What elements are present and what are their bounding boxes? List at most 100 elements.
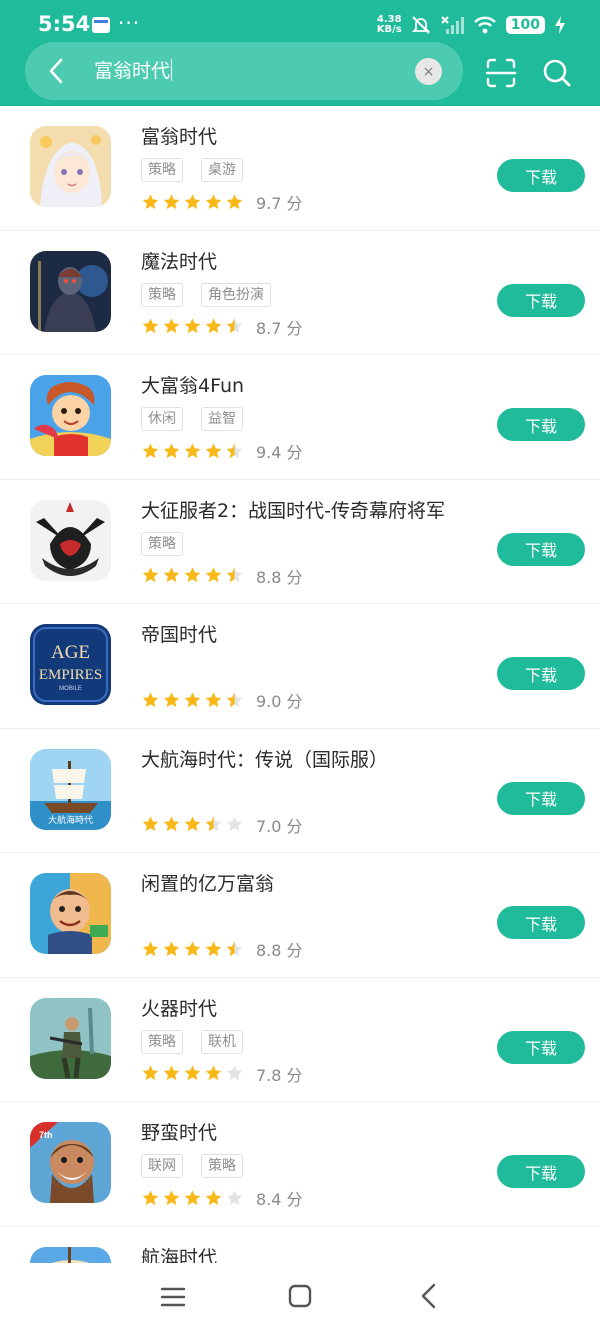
app-name[interactable]: 野蛮时代 <box>141 1118 217 1145</box>
star-rating <box>141 442 244 461</box>
dark-warrior-icon[interactable] <box>30 250 111 332</box>
barbarian-icon[interactable]: 7th <box>30 1122 111 1203</box>
tag-list: 策略 联机 <box>141 1029 243 1054</box>
download-button[interactable]: 下载 <box>497 159 585 192</box>
rating: 8.8 分 <box>141 937 303 961</box>
download-button[interactable]: 下载 <box>497 1030 585 1064</box>
app-name[interactable]: 闲置的亿万富翁 <box>141 869 274 896</box>
app-list-item[interactable]: 大航海時代 大航海时代：传说（国际服） 7.0 分 下载 <box>0 729 600 853</box>
money-man-icon[interactable] <box>30 873 111 954</box>
app-list-item[interactable]: 7th 野蛮时代 联网 策略 8.4 分 下载 <box>0 1102 600 1227</box>
search-query-text: 富翁时代 <box>94 60 171 82</box>
tag-list: 策略 <box>141 531 183 556</box>
star-full-icon <box>163 442 180 458</box>
download-button[interactable]: 下载 <box>497 906 585 939</box>
search-input[interactable]: 富翁时代 <box>94 57 394 85</box>
app-name[interactable]: 大富翁4Fun <box>141 371 244 398</box>
samurai-helmet-icon[interactable] <box>30 499 111 581</box>
notification-app-icon <box>92 17 110 33</box>
app-list-item[interactable]: 富翁时代 策略 桌游 9.7 分 下载 <box>0 106 600 231</box>
star-rating <box>141 1064 244 1083</box>
star-full-icon <box>184 567 201 583</box>
star-full-icon <box>205 940 222 956</box>
tag: 策略 <box>201 1154 243 1178</box>
logo-line-empires: EMPIRES <box>39 667 102 683</box>
app-name[interactable]: 帝国时代 <box>141 620 217 647</box>
sailing-ship-icon[interactable]: 大航海時代 <box>30 748 111 830</box>
download-button[interactable]: 下载 <box>497 408 585 441</box>
back-button[interactable] <box>40 54 74 88</box>
download-button[interactable]: 下载 <box>497 1155 585 1188</box>
chevron-left-icon <box>49 58 63 84</box>
rating: 9.4 分 <box>141 439 303 463</box>
star-half-icon <box>226 567 243 583</box>
app-list-item[interactable]: 魔法时代 策略 角色扮演 8.7 分 下载 <box>0 231 600 355</box>
star-full-icon <box>142 318 159 334</box>
star-empty-icon <box>226 1065 243 1081</box>
star-full-icon <box>184 1189 201 1205</box>
rating: 8.4 分 <box>141 1186 303 1210</box>
tag: 策略 <box>141 158 183 182</box>
logo-text: 大航海時代 <box>48 814 93 826</box>
status-bar: 5:54 ··· 4.38 KB/s 100 <box>0 0 600 44</box>
rating-score: 8.8 分 <box>256 941 303 960</box>
download-button[interactable]: 下载 <box>497 781 585 815</box>
star-full-icon <box>142 816 159 832</box>
app-name[interactable]: 魔法时代 <box>141 247 217 274</box>
rating-score: 9.0 分 <box>256 692 303 711</box>
star-full-icon <box>184 193 201 209</box>
wifi-icon <box>473 15 497 35</box>
anime-girl-icon[interactable] <box>30 126 111 207</box>
rating: 7.8 分 <box>141 1062 303 1086</box>
star-full-icon <box>163 1189 180 1205</box>
star-full-icon <box>205 691 222 707</box>
rating: 7.0 分 <box>141 813 303 837</box>
scan-button[interactable] <box>484 56 518 90</box>
tag-list: 休闲 益智 <box>141 407 243 431</box>
home-icon[interactable] <box>288 1284 312 1308</box>
star-full-icon <box>142 567 159 583</box>
battery-level: 100 <box>505 16 545 34</box>
more-notifications-icon: ··· <box>118 11 141 35</box>
search-button[interactable] <box>540 56 574 90</box>
download-button[interactable]: 下载 <box>497 283 585 317</box>
tag-list: 联网 策略 <box>141 1154 243 1178</box>
star-full-icon <box>205 1189 222 1205</box>
app-name[interactable]: 火器时代 <box>141 994 217 1021</box>
star-full-icon <box>163 940 180 956</box>
star-rating <box>141 1189 244 1208</box>
tag-list: 策略 角色扮演 <box>141 282 271 307</box>
app-list-item[interactable]: 航海时代 <box>0 1227 600 1264</box>
rating-score: 9.4 分 <box>256 443 303 462</box>
rating-score: 7.0 分 <box>256 816 303 836</box>
age-of-empires-logo-icon[interactable]: AGE EMPIRES MOBILE <box>30 624 111 705</box>
tag: 联网 <box>141 1154 183 1178</box>
search-results-list[interactable]: 富翁时代 策略 桌游 9.7 分 下载 魔法时代 策略 角色扮演 8.7 分 下… <box>0 106 600 1263</box>
app-name[interactable]: 航海时代 <box>141 1243 217 1264</box>
download-button[interactable]: 下载 <box>497 657 585 690</box>
ship-partial-icon[interactable] <box>30 1246 111 1263</box>
star-full-icon <box>163 1065 180 1081</box>
app-name[interactable]: 大航海时代：传说（国际服） <box>141 745 388 772</box>
nav-back-icon[interactable] <box>417 1283 441 1309</box>
star-half-icon <box>226 442 243 458</box>
cartoon-boy-icon[interactable] <box>30 375 111 456</box>
app-list-item[interactable]: 大富翁4Fun 休闲 益智 9.4 分 下载 <box>0 355 600 480</box>
app-list-item[interactable]: AGE EMPIRES MOBILE 帝国时代 9.0 分 下载 <box>0 604 600 729</box>
star-full-icon <box>205 318 222 334</box>
soldier-icon[interactable] <box>30 997 111 1079</box>
app-name[interactable]: 大征服者2：战国时代-传奇幕府将军 <box>141 496 445 523</box>
menu-icon[interactable] <box>160 1285 186 1309</box>
scan-icon <box>485 58 517 88</box>
app-list-item[interactable]: 火器时代 策略 联机 7.8 分 下载 <box>0 978 600 1102</box>
clear-search-button[interactable]: × <box>415 58 442 85</box>
tag: 休闲 <box>141 407 183 431</box>
app-name[interactable]: 富翁时代 <box>141 122 217 149</box>
app-list-item[interactable]: 大征服者2：战国时代-传奇幕府将军 策略 8.8 分 下载 <box>0 480 600 604</box>
star-empty-icon <box>226 1189 243 1205</box>
download-button[interactable]: 下载 <box>497 532 585 566</box>
mute-bell-icon <box>411 15 431 35</box>
app-list-item[interactable]: 闲置的亿万富翁 8.8 分 下载 <box>0 853 600 978</box>
app-header: 5:54 ··· 4.38 KB/s 100 富翁时代 × <box>0 0 600 106</box>
rating-score: 8.7 分 <box>256 318 303 338</box>
